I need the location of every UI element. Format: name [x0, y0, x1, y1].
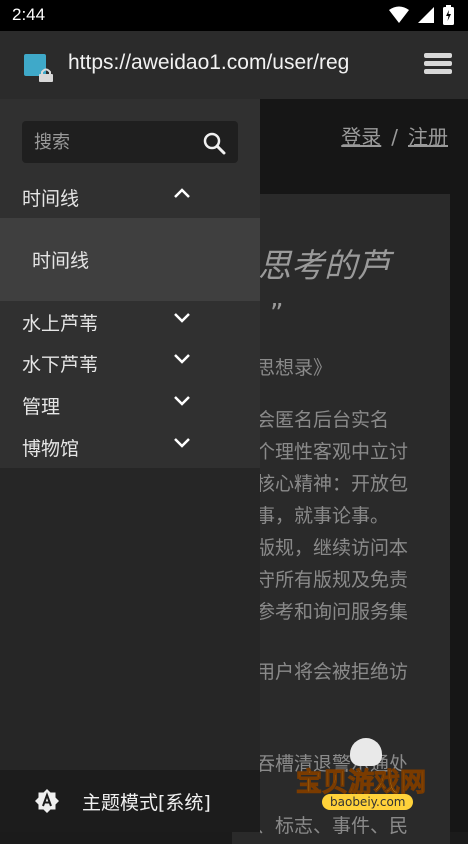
body-line: 事，就事论事。: [256, 505, 390, 527]
submenu-item-timeline[interactable]: 时间线: [32, 246, 89, 273]
battery-icon: [443, 5, 454, 25]
menu-item-management[interactable]: 管理: [0, 385, 260, 425]
body-line: 核心精神：开放包: [256, 473, 409, 495]
theme-mode-icon: [35, 789, 59, 813]
status-icons: [389, 5, 454, 25]
chevron-down-icon[interactable]: [173, 312, 191, 324]
menu-item-above-water-reeds[interactable]: 水上芦苇: [0, 302, 260, 342]
body-line: 守所有版规及免责: [256, 569, 409, 591]
chevron-down-icon[interactable]: [173, 395, 191, 407]
auth-separator: /: [391, 125, 398, 149]
chevron-down-icon[interactable]: [173, 353, 191, 365]
menu-item-timeline[interactable]: 时间线: [0, 177, 260, 217]
wifi-icon: [389, 6, 409, 23]
menu-item-label: 水上芦苇: [22, 313, 99, 335]
body-line: 个理性客观中立讨: [256, 441, 409, 463]
auth-links: 登录 / 注册: [341, 121, 448, 150]
url-text[interactable]: https://aweidao1.com/user/reg: [68, 51, 349, 75]
menu-item-underwater-reeds[interactable]: 水下芦苇: [0, 343, 260, 383]
menu-item-label: 管理: [22, 396, 61, 418]
menu-item-label: 水下芦苇: [22, 354, 99, 376]
body-line: 版规，继续访问本: [256, 537, 409, 559]
body-line: 参考和询问服务集: [256, 601, 409, 623]
timeline-submenu: 时间线: [0, 218, 260, 301]
register-link[interactable]: 注册: [408, 125, 448, 149]
login-link[interactable]: 登录: [341, 125, 381, 149]
menu-item-museum[interactable]: 博物馆: [0, 427, 260, 467]
theme-mode-button[interactable]: 主题模式[系统]: [0, 770, 260, 832]
search-box: [22, 121, 238, 163]
body-line: 会匿名后台实名: [256, 409, 390, 431]
chevron-up-icon[interactable]: [173, 187, 191, 199]
status-time: 2:44: [12, 5, 46, 24]
body-line: 用户将会被拒绝访: [256, 661, 409, 683]
watermark-logo: 宝贝游戏网 baobeiy.com: [292, 738, 442, 828]
lock-icon: [39, 68, 53, 82]
watermark-url: baobeiy.com: [322, 794, 414, 810]
page-subtitle: 思想录》: [256, 357, 333, 379]
menu-item-label: 博物馆: [22, 438, 80, 460]
menu-item-label: 时间线: [22, 188, 80, 210]
chevron-down-icon[interactable]: [173, 437, 191, 449]
headline-quote-mark: ”: [270, 299, 284, 329]
search-input[interactable]: [32, 129, 196, 155]
page-headline: 思考的芦: [258, 246, 390, 285]
theme-mode-label: 主题模式[系统]: [82, 792, 211, 814]
cellular-signal-icon: [418, 7, 434, 23]
drawer-empty-area: [0, 468, 260, 770]
navigation-drawer: 时间线 时间线 水上芦苇 水下芦苇 管理 博物馆 主题模式[系统]: [0, 99, 260, 832]
tabs-icon[interactable]: [422, 51, 454, 77]
browser-url-bar: https://aweidao1.com/user/reg: [0, 31, 468, 99]
search-icon[interactable]: [202, 131, 226, 155]
status-bar: 2:44: [0, 0, 468, 31]
